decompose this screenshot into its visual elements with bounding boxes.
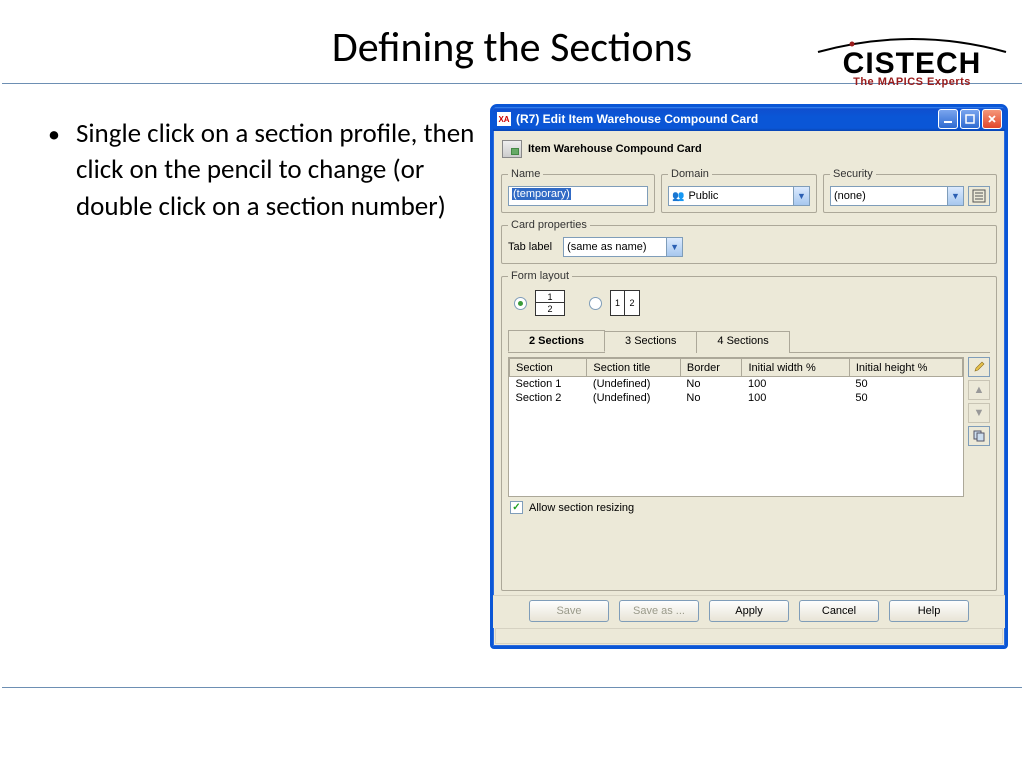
arrow-up-icon: ▲ (974, 384, 985, 396)
tab-2-sections[interactable]: 2 Sections (508, 330, 605, 352)
titlebar[interactable]: XA (R7) Edit Item Warehouse Compound Car… (493, 107, 1005, 131)
footer-divider (2, 687, 1022, 688)
tablabel-combo[interactable]: (same as name) ▼ (563, 237, 683, 257)
name-fieldset: Name (temporary) (501, 168, 655, 213)
security-fieldset: Security (none) ▼ (823, 168, 997, 213)
sections-tabstrip: 2 Sections 3 Sections 4 Sections (508, 330, 990, 353)
col-width[interactable]: Initial width % (742, 359, 849, 377)
save-icon (502, 140, 522, 158)
list-icon (972, 189, 986, 203)
people-icon: 👥 (672, 191, 684, 202)
allow-resize-checkbox[interactable]: ✓ (510, 501, 523, 514)
brand-logo: CISTECH The MAPICS Experts (812, 36, 1012, 88)
tablabel-label: Tab label (508, 241, 552, 253)
card-properties-fieldset: Card properties Tab label (same as name)… (501, 219, 997, 264)
col-height[interactable]: Initial height % (849, 359, 962, 377)
help-button[interactable]: Help (889, 600, 969, 622)
chevron-down-icon[interactable]: ▼ (666, 238, 682, 256)
card-header-text: Item Warehouse Compound Card (528, 143, 702, 155)
domain-fieldset: Domain 👥 Public ▼ (661, 168, 817, 213)
dialog-window: XA (R7) Edit Item Warehouse Compound Car… (490, 104, 1008, 649)
apply-button[interactable]: Apply (709, 600, 789, 622)
security-combo[interactable]: (none) ▼ (830, 186, 964, 206)
form-layout-label: Form layout (508, 270, 572, 282)
pencil-icon (973, 361, 985, 373)
form-layout-fieldset: Form layout 12 12 2 Sections 3 Sections … (501, 270, 997, 591)
layout-stacked-radio[interactable] (514, 297, 527, 310)
maximize-button[interactable] (960, 109, 980, 129)
tab-3-sections[interactable]: 3 Sections (604, 331, 697, 353)
col-border[interactable]: Border (680, 359, 742, 377)
security-label: Security (830, 168, 876, 180)
window-title: (R7) Edit Item Warehouse Compound Card (516, 112, 758, 126)
bullet-item: • Single click on a section profile, the… (48, 116, 480, 225)
logo-tagline: The MAPICS Experts (812, 76, 1012, 88)
domain-value: Public (688, 190, 718, 202)
name-label: Name (508, 168, 543, 180)
card-properties-label: Card properties (508, 219, 590, 231)
copy-icon (973, 430, 985, 442)
table-row[interactable]: Section 2 (Undefined) No 100 50 (510, 391, 963, 405)
button-bar: Save Save as ... Apply Cancel Help (493, 595, 1005, 628)
bullet-text: Single click on a section profile, then … (76, 116, 480, 225)
bullet-marker: • (48, 116, 60, 225)
save-button[interactable]: Save (529, 600, 609, 622)
layout-sidebyside-icon: 12 (610, 290, 640, 316)
card-header: Item Warehouse Compound Card (501, 139, 997, 162)
layout-sidebyside-radio[interactable] (589, 297, 602, 310)
app-icon: XA (497, 112, 511, 126)
arrow-down-icon: ▼ (974, 407, 985, 419)
saveas-button[interactable]: Save as ... (619, 600, 699, 622)
move-down-button[interactable]: ▼ (968, 403, 990, 423)
col-section[interactable]: Section (510, 359, 587, 377)
logo-text: CISTECH (812, 52, 1012, 76)
tablabel-value: (same as name) (567, 241, 646, 253)
minimize-button[interactable] (938, 109, 958, 129)
security-picker-button[interactable] (968, 186, 990, 206)
security-value: (none) (834, 190, 866, 202)
tab-4-sections[interactable]: 4 Sections (696, 331, 789, 353)
layout-stacked-icon: 12 (535, 290, 565, 316)
name-input[interactable]: (temporary) (508, 186, 648, 206)
domain-combo[interactable]: 👥 Public ▼ (668, 186, 810, 206)
chevron-down-icon[interactable]: ▼ (793, 187, 809, 205)
allow-resize-label: Allow section resizing (529, 502, 634, 514)
close-button[interactable] (982, 109, 1002, 129)
chevron-down-icon[interactable]: ▼ (947, 187, 963, 205)
table-row[interactable]: Section 1 (Undefined) No 100 50 (510, 377, 963, 392)
domain-label: Domain (668, 168, 712, 180)
edit-button[interactable] (968, 357, 990, 377)
sections-grid[interactable]: Section Section title Border Initial wid… (508, 357, 964, 497)
move-up-button[interactable]: ▲ (968, 380, 990, 400)
status-bar (495, 628, 1003, 644)
copy-button[interactable] (968, 426, 990, 446)
cancel-button[interactable]: Cancel (799, 600, 879, 622)
col-title[interactable]: Section title (587, 359, 680, 377)
